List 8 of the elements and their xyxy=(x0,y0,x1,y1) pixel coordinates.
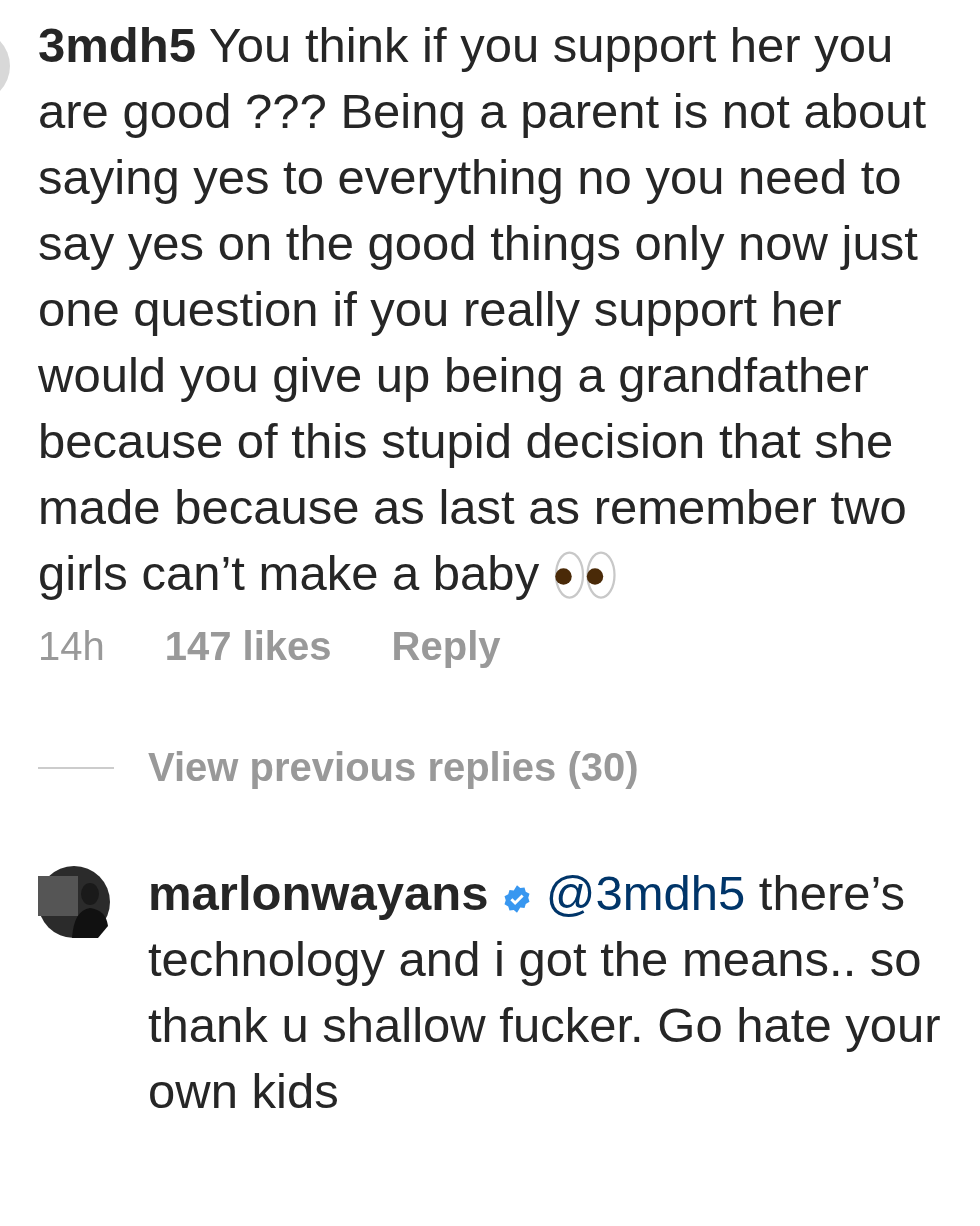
reply-text: marlonwayans @3mdh5 there’s technology and i got the means.. so thank u shallow fucker. Go hate your own kids xyxy=(148,865,942,1120)
avatar[interactable] xyxy=(38,866,110,938)
mention-link[interactable]: @3mdh5 xyxy=(545,866,746,920)
comment-time: 14h xyxy=(38,624,105,669)
username-link[interactable]: 3mdh5 xyxy=(38,18,196,72)
eyes-icon xyxy=(552,548,619,602)
username-link[interactable]: marlonwayans xyxy=(148,866,489,920)
comment-text: 3mdh5 You think if you support her you are good ??? Being a parent is not about saying yes to everything no you need to say yes on the good things only now just one question if you really support her would you give up being a grandfather because of this stupid decision that she made because as last as remember two girls can’t make a baby xyxy=(38,17,928,604)
